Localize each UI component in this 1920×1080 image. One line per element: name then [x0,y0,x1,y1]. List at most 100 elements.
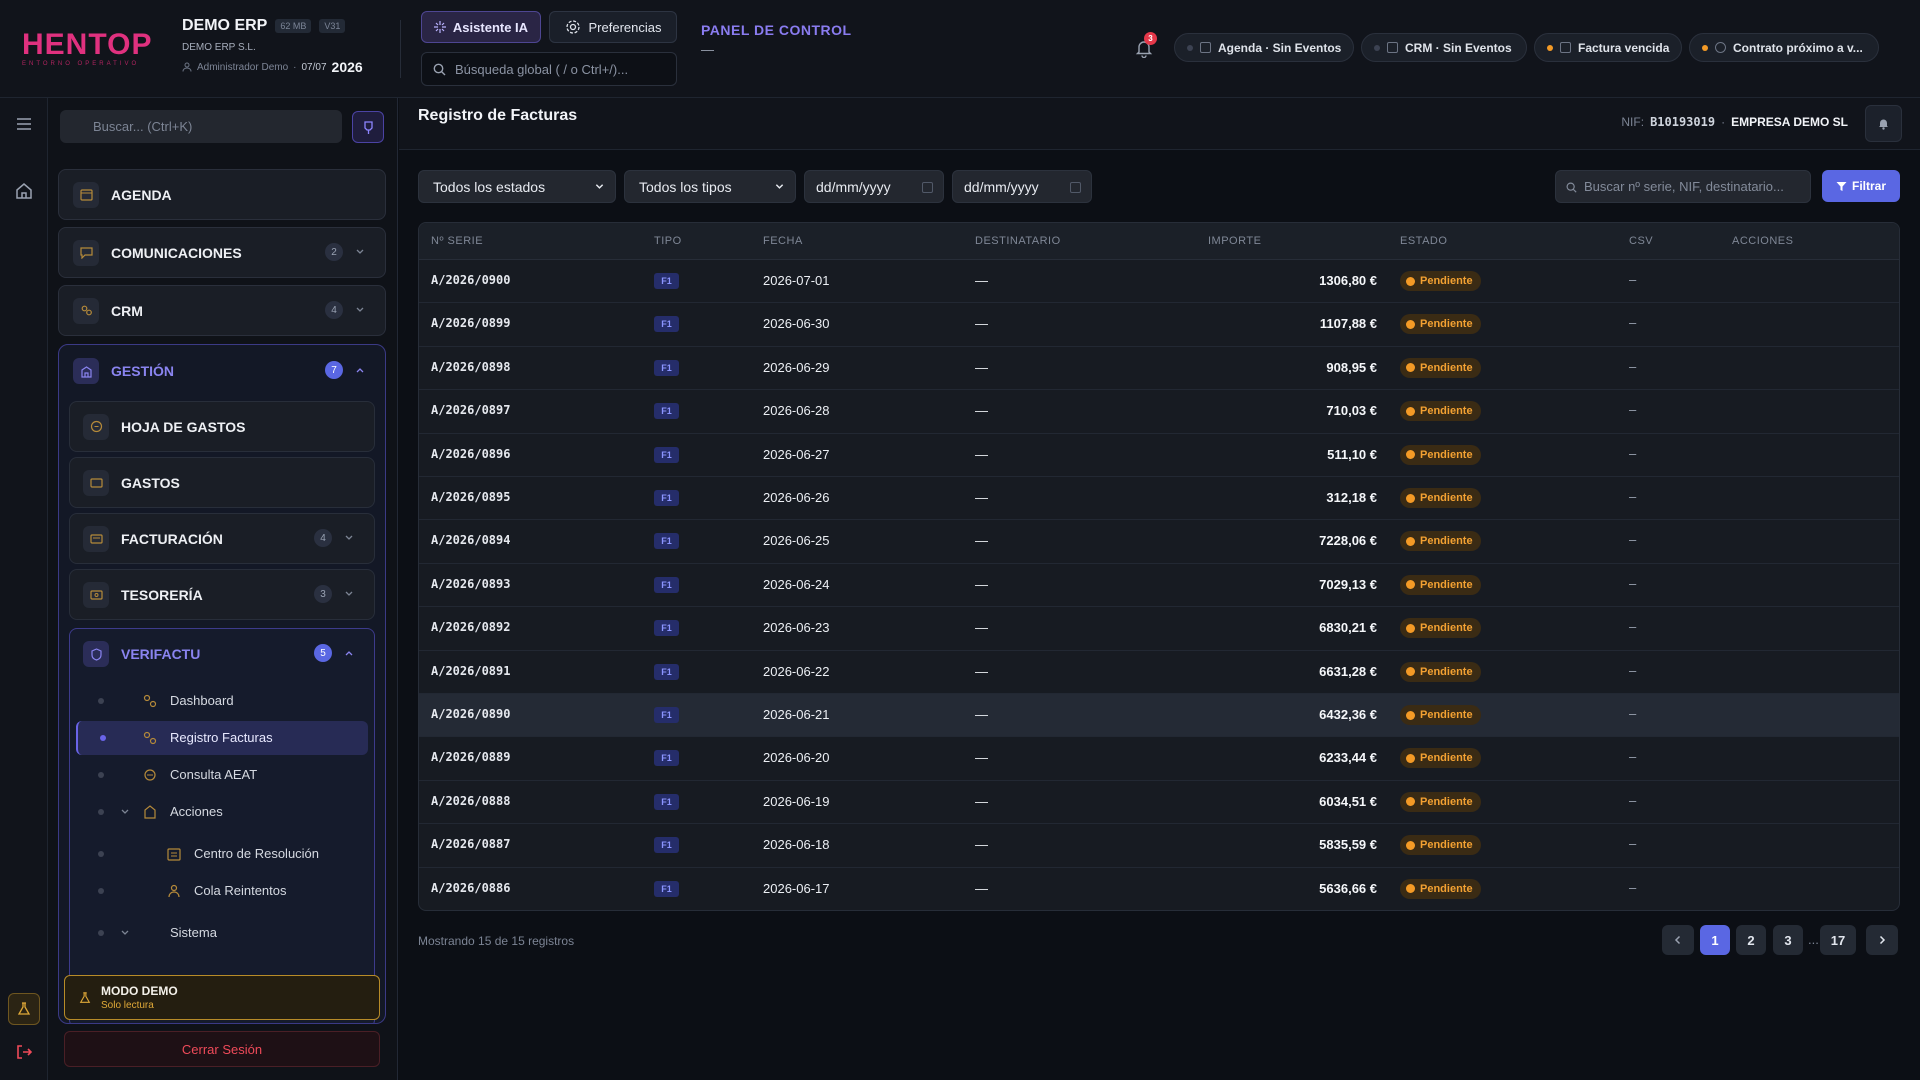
tipo-badge: F1 [654,403,679,420]
sidebar-item-crm[interactable]: CRM 4 [58,285,386,336]
document-icon [1560,42,1571,53]
table-row[interactable]: A/2026/0900 F1 2026-07-01 — 1306,80 € Pendien… [419,260,1899,304]
table-row[interactable]: A/2026/0893 F1 2026-06-24 — 7029,13 € Pendien… [419,564,1899,608]
next-page-button[interactable] [1866,925,1898,955]
logout-icon[interactable] [14,1042,34,1062]
receipt-icon [83,413,109,440]
clock-icon [1406,319,1415,329]
sidebar-item-comunicaciones[interactable]: COMUNICACIONES 2 [58,227,386,278]
chevron-down-icon [775,184,784,189]
tipo-filter-select[interactable]: Todos los tipos [624,170,796,203]
page-notifications-button[interactable] [1865,105,1902,142]
app-logo[interactable]: HENTOP ENTORNO OPERATIVO [22,30,151,68]
column-header[interactable]: ESTADO [1400,235,1447,247]
home-icon[interactable] [14,181,34,201]
page-button-3[interactable]: 3 [1773,925,1803,955]
user-name: Administrador Demo [197,61,289,73]
bell-icon [1879,119,1888,130]
calendar-icon [1200,42,1211,53]
column-header[interactable]: Nº SERIE [431,235,483,247]
serie-cell: A/2026/0891 [431,663,511,678]
status-pill-contract[interactable]: Contrato próximo a v... [1689,33,1879,62]
sidebar-item-consulta-aeat[interactable]: Consulta AEAT [76,758,368,792]
sidebar-item-sistema[interactable]: Sistema [76,916,368,950]
tipo-badge: F1 [654,533,679,550]
fecha-cell: 2026-06-22 [763,663,830,679]
table-row[interactable]: A/2026/0886 F1 2026-06-17 — 5636,66 € Pendien… [419,868,1899,910]
date-from-field[interactable]: dd/mm/yyyy [804,170,944,203]
column-header[interactable]: DESTINATARIO [975,235,1061,247]
table-row[interactable]: A/2026/0889 F1 2026-06-20 — 6233,44 € Pendien… [419,737,1899,781]
status-pill-agenda[interactable]: Agenda · Sin Eventos [1174,33,1354,62]
csv-cell: – [1629,836,1637,852]
table-search-input[interactable]: Buscar nº serie, NIF, destinatario... [1555,170,1811,203]
sidebar-item-verifactu[interactable]: VERIFACTU [83,641,200,667]
serie-cell: A/2026/0896 [431,446,511,461]
logo-subtitle: ENTORNO OPERATIVO [22,61,140,67]
sidebar-item-registro-facturas[interactable]: Registro Facturas [76,721,368,755]
table-row[interactable]: A/2026/0897 F1 2026-06-28 — 710,03 € Pendient… [419,390,1899,434]
calendar-icon[interactable] [1070,182,1081,193]
table-row[interactable]: A/2026/0896 F1 2026-06-27 — 511,10 € Pendient… [419,434,1899,477]
sidebar-item-dashboard[interactable]: Dashboard [76,684,368,718]
chevron-up-icon[interactable] [355,365,365,375]
destinatario-cell: — [975,837,988,853]
table-row[interactable]: A/2026/0898 F1 2026-06-29 — 908,95 € Pendient… [419,347,1899,391]
status-dot [1547,44,1553,51]
calendar-icon[interactable] [922,182,933,193]
sidebar-item-cola-reintentos[interactable]: Cola Reintentos [76,874,368,908]
table-row[interactable]: A/2026/0887 F1 2026-06-18 — 5835,59 € Pendien… [419,824,1899,868]
table-row[interactable]: A/2026/0890 F1 2026-06-21 — 6432,36 € Pendien… [419,694,1899,738]
sidebar-item-hoja-de-gastos[interactable]: HOJA DE GASTOS [69,401,375,452]
sidebar-search-input[interactable]: Buscar... (Ctrl+K) [60,110,342,143]
table-row[interactable]: A/2026/0888 F1 2026-06-19 — 6034,51 € Pendien… [419,781,1899,825]
csv-cell: – [1629,619,1637,635]
date-to-field[interactable]: dd/mm/yyyy [952,170,1092,203]
column-header[interactable]: TIPO [654,235,682,247]
table-row[interactable]: A/2026/0899 F1 2026-06-30 — 1107,88 € Pendien… [419,303,1899,347]
top-header: HENTOP ENTORNO OPERATIVO DEMO ERP 62 MB … [0,0,1920,98]
sidebar-item-centro-resolucion[interactable]: Centro de Resolución [76,837,368,871]
table-row[interactable]: A/2026/0894 F1 2026-06-25 — 7228,06 € Pendien… [419,520,1899,564]
sidebar-item-facturacion[interactable]: FACTURACIÓN 4 [69,513,375,564]
prev-page-button[interactable] [1662,925,1694,955]
preferences-button[interactable]: Preferencias [549,11,677,43]
column-header[interactable]: IMPORTE [1208,235,1261,247]
demo-flask-button[interactable] [8,993,40,1025]
sidebar-item-agenda[interactable]: AGENDA [58,169,386,220]
logout-button[interactable]: Cerrar Sesión [64,1031,380,1067]
destinatario-cell: — [975,663,988,679]
sidebar-item-acciones[interactable]: Acciones [76,795,368,829]
fecha-cell: 2026-06-27 [763,446,830,462]
global-search-input[interactable]: Búsqueda global ( / o Ctrl+/)... [421,52,677,86]
tipo-badge: F1 [654,707,679,723]
column-header[interactable]: FECHA [763,235,803,247]
importe-cell: 5636,66 € [1319,880,1377,896]
preferences-label: Preferencias [588,19,662,35]
page-button-1[interactable]: 1 [1700,925,1730,955]
pagination-ellipsis: ... [1808,932,1819,947]
table-row[interactable]: A/2026/0891 F1 2026-06-22 — 6631,28 € Pendien… [419,651,1899,694]
sidebar-pin-button[interactable] [352,111,384,143]
ai-assistant-button[interactable]: Asistente IA [421,11,541,43]
page-button-last[interactable]: 17 [1820,925,1856,955]
dashboard-icon [143,694,157,708]
current-year[interactable]: 2026 [332,59,363,75]
bullet-dot [98,930,104,936]
status-pill-crm[interactable]: CRM · Sin Eventos [1361,33,1527,62]
status-pill-invoice-overdue[interactable]: Factura vencida [1534,33,1682,62]
hamburger-menu-icon[interactable] [14,114,34,134]
sidebar-item-gastos[interactable]: GASTOS [69,457,375,508]
fecha-cell: 2026-06-29 [763,359,830,375]
table-row[interactable]: A/2026/0892 F1 2026-06-23 — 6830,21 € Pendien… [419,607,1899,651]
filter-button[interactable]: Filtrar [1822,170,1900,202]
estado-filter-select[interactable]: Todos los estados [418,170,616,203]
chevron-up-icon[interactable] [344,648,354,658]
panel-title[interactable]: PANEL DE CONTROL [701,22,852,38]
csv-cell: – [1629,532,1637,548]
table-row[interactable]: A/2026/0895 F1 2026-06-26 — 312,18 € Pendient… [419,477,1899,521]
sidebar-item-gestion[interactable]: GESTIÓN [73,358,174,384]
page-button-2[interactable]: 2 [1736,925,1766,955]
sidebar-item-tesoreria[interactable]: TESORERÍA 3 [69,569,375,620]
column-header[interactable]: CSV [1629,235,1653,247]
